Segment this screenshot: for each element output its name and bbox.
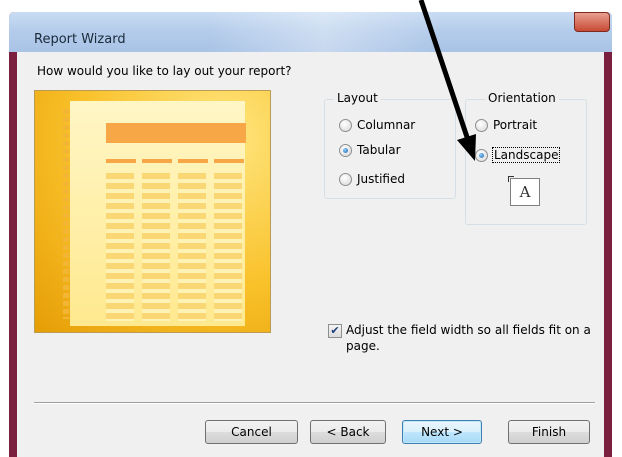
annotation-arrow-icon xyxy=(418,0,476,161)
annotation-arrow-head xyxy=(457,134,476,161)
annotation-arrow-shaft xyxy=(418,0,472,144)
